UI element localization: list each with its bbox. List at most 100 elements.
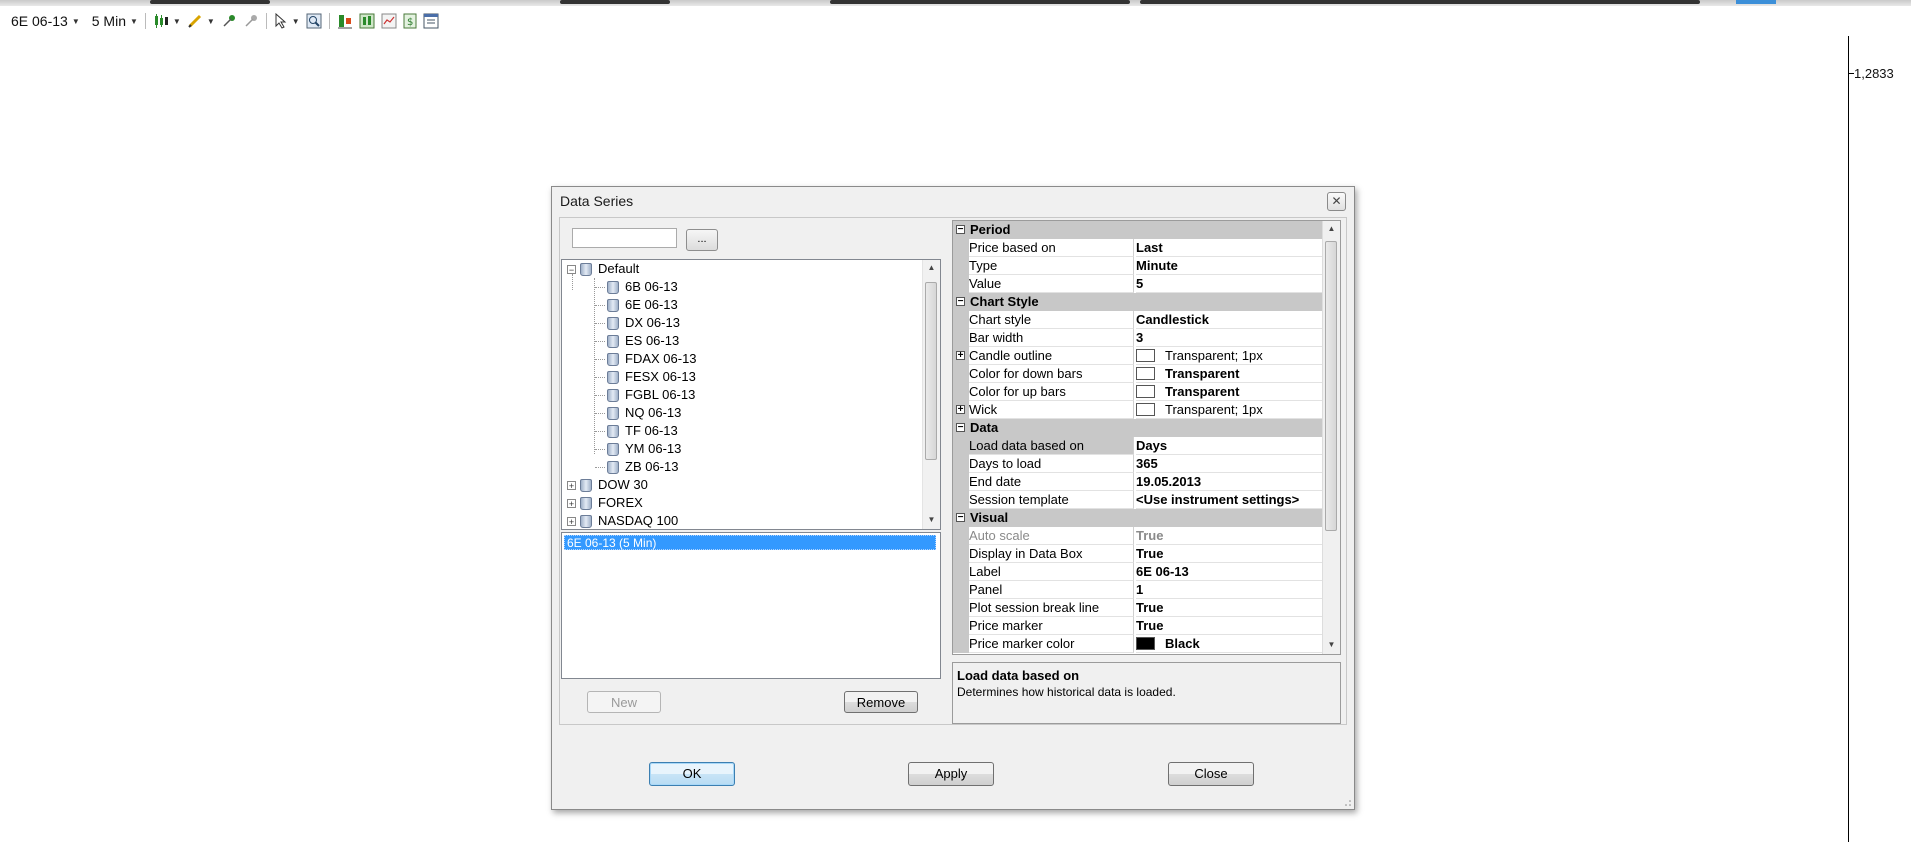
property-value[interactable]: 1 [1136,581,1323,599]
expand-icon[interactable]: + [956,351,965,361]
collapse-icon[interactable]: − [956,225,965,235]
scroll-up-icon[interactable]: ▲ [1323,224,1340,233]
property-row[interactable]: Auto scale True [953,527,1323,545]
expand-icon[interactable]: + [567,480,576,490]
property-value[interactable]: 3 [1136,329,1323,347]
property-row[interactable]: Label 6E 06-13 [953,563,1323,581]
property-value[interactable]: 5 [1136,275,1323,293]
tree-item[interactable]: FESX 06-13 [607,368,696,386]
scroll-up-icon[interactable]: ▲ [923,263,940,272]
property-value[interactable]: Candlestick [1136,311,1323,329]
tree-item[interactable]: TF 06-13 [607,422,678,440]
tree-item[interactable]: ES 06-13 [607,332,679,350]
apply-button[interactable]: Apply [908,762,994,786]
property-value[interactable]: Transparent [1136,365,1323,383]
property-row[interactable]: Bar width 3 [953,329,1323,347]
ok-button[interactable]: OK [649,762,735,786]
tree-item[interactable]: 6E 06-13 [607,296,678,314]
property-value[interactable]: 19.05.2013 [1136,473,1323,491]
property-value[interactable]: Black [1136,635,1323,653]
scroll-down-icon[interactable]: ▼ [923,515,940,524]
tree-item[interactable]: FDAX 06-13 [607,350,697,368]
property-row[interactable]: + Wick Transparent; 1px [953,401,1323,419]
resize-grip-icon[interactable] [1344,799,1352,807]
chart-type-button[interactable] [378,10,400,32]
expand-icon[interactable]: + [567,516,576,526]
drawing-tools-button[interactable]: ▼ [184,10,218,32]
data-series-button[interactable] [334,10,356,32]
remove-button[interactable]: Remove [844,691,918,713]
category-chart-style[interactable]: − Chart Style [953,293,1323,311]
tree-item[interactable]: YM 06-13 [607,440,681,458]
property-value[interactable]: Minute [1136,257,1323,275]
property-value[interactable]: Last [1136,239,1323,257]
property-row[interactable]: Days to load 365 [953,455,1323,473]
tree-node-dow30[interactable]: + DOW 30 [567,476,648,494]
crosshair-button[interactable] [240,10,262,32]
tree-item[interactable]: DX 06-13 [607,314,680,332]
tree-item[interactable]: 6B 06-13 [607,278,678,296]
collapse-icon[interactable]: − [956,513,965,523]
browse-button[interactable]: ... [686,229,718,251]
property-row[interactable]: Plot session break line True [953,599,1323,617]
category-data[interactable]: − Data [953,419,1323,437]
category-visual[interactable]: − Visual [953,509,1323,527]
property-row[interactable]: Value 5 [953,275,1323,293]
tree-node-forex[interactable]: + FOREX [567,494,643,512]
property-value[interactable]: True [1136,599,1323,617]
strategy-button[interactable] [356,10,378,32]
property-row-selected[interactable]: Load data based on Days [953,437,1323,455]
series-list-item[interactable]: 6E 06-13 (5 Min) [564,535,936,550]
property-row[interactable]: Session template <Use instrument settings… [953,491,1323,509]
tree-item[interactable]: FGBL 06-13 [607,386,695,404]
instrument-selector[interactable]: 6E 06-13 ▼ [8,10,83,32]
collapse-icon[interactable]: − [567,264,576,274]
property-row[interactable]: End date 19.05.2013 [953,473,1323,491]
collapse-icon[interactable]: − [956,423,965,433]
property-value[interactable]: Days [1136,437,1323,455]
scrollbar-thumb[interactable] [925,282,937,460]
close-icon[interactable]: ✕ [1327,192,1346,211]
property-row[interactable]: Price based on Last [953,239,1323,257]
property-grid-scrollbar[interactable]: ▲ ▼ [1322,221,1340,654]
expand-icon[interactable]: + [956,405,965,415]
category-period[interactable]: − Period [953,221,1323,239]
new-button[interactable]: New [587,691,661,713]
expand-icon[interactable]: + [567,498,576,508]
property-value[interactable]: 365 [1136,455,1323,473]
collapse-icon[interactable]: − [956,297,965,307]
chart-style-button[interactable]: ▼ [150,10,184,32]
instrument-tree[interactable]: − Default 6B 06-13 6E 06-13 DX 06-13 ES … [561,259,941,530]
property-row[interactable]: Chart style Candlestick [953,311,1323,329]
property-value[interactable]: True [1136,545,1323,563]
property-value[interactable]: Transparent [1136,383,1323,401]
property-value[interactable]: True [1136,617,1323,635]
tree-item[interactable]: ZB 06-13 [607,458,678,476]
tree-node-nasdaq100[interactable]: + NASDAQ 100 [567,512,678,529]
property-row[interactable]: Color for down bars Transparent [953,365,1323,383]
property-row[interactable]: Panel 1 [953,581,1323,599]
property-grid[interactable]: − Period Price based on Last Type Minute V… [952,220,1341,655]
property-row[interactable]: Type Minute [953,257,1323,275]
scrollbar-thumb[interactable] [1325,241,1337,531]
interval-selector[interactable]: 5 Min ▼ [89,10,141,32]
property-row[interactable]: Price marker color Black [953,635,1323,653]
pin-button[interactable] [218,10,240,32]
tree-item[interactable]: NQ 06-13 [607,404,681,422]
property-row[interactable]: Display in Data Box True [953,545,1323,563]
property-row[interactable]: Price marker True [953,617,1323,635]
tree-node-default[interactable]: − Default [567,260,639,278]
zoom-button[interactable] [303,10,325,32]
properties-button[interactable] [420,10,442,32]
instrument-search-input[interactable] [572,228,677,248]
property-value[interactable]: <Use instrument settings> [1136,491,1323,509]
data-series-list[interactable]: 6E 06-13 (5 Min) [561,532,941,679]
dollar-button[interactable]: $ [400,10,420,32]
scroll-down-icon[interactable]: ▼ [1323,640,1340,649]
property-row[interactable]: Color for up bars Transparent [953,383,1323,401]
property-row[interactable]: + Candle outline Transparent; 1px [953,347,1323,365]
close-button[interactable]: Close [1168,762,1254,786]
property-value[interactable]: Transparent; 1px [1136,401,1323,419]
property-value[interactable]: 6E 06-13 [1136,563,1323,581]
property-value[interactable]: Transparent; 1px [1136,347,1323,365]
